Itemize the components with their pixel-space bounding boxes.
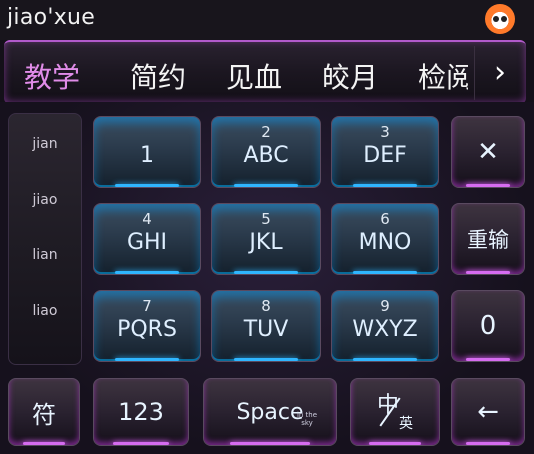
key-6-mno[interactable]: 6 MNO [331, 203, 439, 275]
key-5-jkl[interactable]: 5 JKL [211, 203, 321, 275]
arrow-left-icon: ← [477, 397, 499, 427]
pinyin-option[interactable]: jian [9, 136, 81, 152]
pinyin-option[interactable]: jiao [9, 192, 81, 208]
key-4-ghi[interactable]: 4 GHI [93, 203, 201, 275]
key-2-abc[interactable]: 2 ABC [211, 116, 321, 188]
composition-bar: jiao'xue [0, 0, 534, 40]
key-7-pqrs[interactable]: 7 PQRS [93, 290, 201, 362]
number-mode-button[interactable]: 123 [93, 378, 189, 446]
symbol-button[interactable]: 符 [8, 378, 80, 446]
candidate-3[interactable]: 见血 [226, 56, 282, 96]
chevron-right-icon[interactable]: › [474, 46, 525, 100]
enter-button[interactable]: ← [451, 378, 525, 446]
delete-button[interactable]: ✕ [451, 116, 525, 188]
pinyin-option[interactable]: liao [9, 303, 81, 319]
space-button[interactable]: Space in the sky [203, 378, 337, 446]
fox-logo-icon[interactable] [485, 4, 515, 34]
candidate-bar: 教学 简约 见血 皎月 检阅 › [4, 40, 526, 104]
close-icon: ✕ [477, 137, 499, 167]
key-3-def[interactable]: 3 DEF [331, 116, 439, 188]
key-9-wxyz[interactable]: 9 WXYZ [331, 290, 439, 362]
composition-text: jiao'xue [7, 5, 96, 30]
pinyin-option[interactable]: lian [9, 247, 81, 263]
reinput-button[interactable]: 重输 [451, 203, 525, 275]
language-switch-button[interactable]: 中 英 [350, 378, 440, 446]
space-tagline: in the sky [296, 411, 318, 427]
candidate-1[interactable]: 教学 [24, 56, 80, 96]
candidate-2[interactable]: 简约 [130, 56, 186, 96]
key-1[interactable]: 1 [93, 116, 201, 188]
candidate-4[interactable]: 皎月 [322, 56, 378, 96]
candidate-5[interactable]: 检阅 [418, 56, 468, 96]
key-0[interactable]: 0 [451, 290, 525, 362]
key-8-tuv[interactable]: 8 TUV [211, 290, 321, 362]
pinyin-list: jian jiao lian liao [8, 113, 82, 365]
